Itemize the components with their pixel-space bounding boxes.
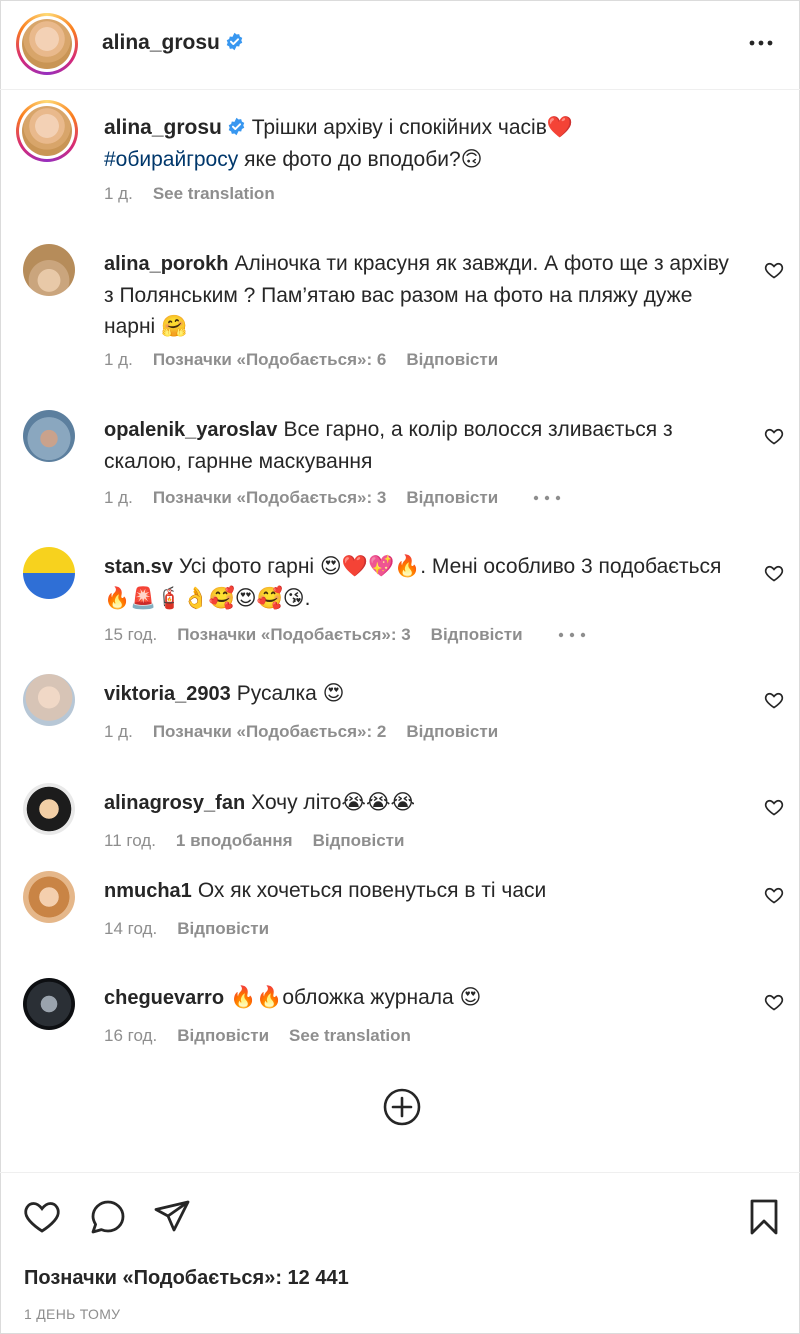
comment-body: Русалка 😍 — [236, 682, 345, 705]
comment-meta: 1 д. Позначки «Подобається»: 6 Відповіст… — [104, 350, 498, 370]
bookmark-icon[interactable] — [744, 1197, 784, 1237]
verified-badge-icon — [226, 32, 243, 51]
comment-username[interactable]: nmucha1 — [104, 880, 192, 902]
comment-likes[interactable]: 1 вподобання — [176, 831, 293, 851]
comment-text: stan.sv Усі фото гарні 😍❤️💖🔥. Мені особли… — [104, 551, 734, 614]
more-horizontal-icon[interactable] — [557, 630, 587, 640]
see-translation-button[interactable]: See translation — [289, 1026, 411, 1046]
reply-button[interactable]: Відповісти — [406, 350, 498, 370]
reply-button[interactable]: Відповісти — [406, 722, 498, 742]
caption-hashtag[interactable]: #обирайгросу — [104, 148, 238, 171]
heart-icon[interactable] — [764, 797, 784, 817]
comment-time[interactable]: 1 д. — [104, 722, 133, 742]
add-circle-icon[interactable] — [382, 1087, 422, 1127]
comment-meta: 16 год. Відповісти See translation — [104, 1026, 411, 1046]
caption-meta: 1 д. See translation — [104, 184, 275, 204]
comment-likes[interactable]: Позначки «Подобається»: 6 — [153, 350, 386, 370]
reply-button[interactable]: Відповісти — [313, 831, 405, 851]
more-horizontal-icon[interactable] — [748, 30, 774, 56]
comment-body: 🔥🔥обложка журнала 😍 — [230, 986, 482, 1009]
comment-meta: 15 год. Позначки «Подобається»: 3 Відпов… — [104, 625, 587, 645]
comment-likes[interactable]: Позначки «Подобається»: 2 — [153, 722, 386, 742]
comment-username[interactable]: stan.sv — [104, 556, 173, 578]
reply-button[interactable]: Відповісти — [177, 1026, 269, 1046]
caption-username[interactable]: alina_grosu — [104, 116, 222, 139]
comment-text: cheguevarro 🔥🔥обложка журнала 😍 — [104, 982, 734, 1014]
avatar[interactable] — [23, 674, 75, 726]
comment-meta: 11 год. 1 вподобання Відповісти — [104, 831, 404, 851]
see-translation-button[interactable]: See translation — [153, 184, 275, 204]
avatar[interactable] — [23, 978, 75, 1030]
comment-time[interactable]: 15 год. — [104, 625, 157, 645]
comment-username[interactable]: cheguevarro — [104, 987, 224, 1009]
avatar[interactable] — [23, 410, 75, 462]
caption-avatar[interactable] — [16, 100, 78, 162]
heart-icon[interactable] — [764, 690, 784, 710]
comment-body: Ох як хочеться повенуться в ті часи — [197, 879, 547, 902]
comment-text: alinagrosy_fan Хочу літо😭😭😭 — [104, 787, 734, 819]
caption-line2: яке фото до вподоби?🙃 — [238, 148, 483, 171]
comment-meta: 14 год. Відповісти — [104, 919, 269, 939]
verified-badge-icon — [228, 117, 245, 136]
comment-username[interactable]: alinagrosy_fan — [104, 792, 245, 814]
likes-count[interactable]: Позначки «Подобається»: 12 441 — [24, 1267, 349, 1290]
avatar[interactable] — [23, 871, 75, 923]
comment-text: nmucha1 Ох як хочеться повенуться в ті ча… — [104, 875, 734, 907]
author-username-row[interactable]: alina_grosu — [102, 31, 244, 55]
comment-time[interactable]: 16 год. — [104, 1026, 157, 1046]
caption-time[interactable]: 1 д. — [104, 184, 133, 204]
more-horizontal-icon[interactable] — [532, 493, 562, 503]
heart-icon[interactable] — [764, 992, 784, 1012]
comment-time[interactable]: 14 год. — [104, 919, 157, 939]
post-actions: Позначки «Подобається»: 12 441 1 ДЕНЬ ТО… — [0, 1172, 800, 1334]
heart-icon[interactable] — [764, 563, 784, 583]
reply-button[interactable]: Відповісти — [177, 919, 269, 939]
heart-icon[interactable] — [764, 426, 784, 446]
comment-time[interactable]: 1 д. — [104, 350, 133, 370]
caption-line1: Трішки архіву і спокійних часів❤️ — [251, 116, 574, 139]
comment-likes[interactable]: Позначки «Подобається»: 3 — [153, 488, 386, 508]
comment-username[interactable]: viktoria_2903 — [104, 683, 231, 705]
heart-icon[interactable] — [764, 260, 784, 280]
heart-icon[interactable] — [764, 885, 784, 905]
comment-time[interactable]: 11 год. — [104, 831, 156, 851]
caption-text: alina_grosu Трішки архіву і спокійних ча… — [104, 112, 744, 176]
comment-body: Хочу літо😭😭😭 — [251, 791, 416, 814]
comment-icon[interactable] — [88, 1197, 128, 1237]
comment-meta: 1 д. Позначки «Подобається»: 3 Відповіст… — [104, 488, 562, 508]
author-username[interactable]: alina_grosu — [102, 31, 220, 54]
comment-text: viktoria_2903 Русалка 😍 — [104, 678, 734, 710]
post-timestamp[interactable]: 1 ДЕНЬ ТОМУ — [24, 1306, 120, 1322]
comment-username[interactable]: opalenik_yaroslav — [104, 419, 277, 441]
reply-button[interactable]: Відповісти — [431, 625, 523, 645]
avatar[interactable] — [23, 547, 75, 599]
comment-body: Усі фото гарні 😍❤️💖🔥. Мені особливо 3 по… — [104, 555, 722, 610]
author-avatar[interactable] — [16, 13, 78, 75]
comment-text: alina_porokh Аліночка ти красуня як завжд… — [104, 248, 734, 342]
share-icon[interactable] — [152, 1197, 192, 1237]
avatar[interactable] — [23, 783, 75, 835]
heart-icon[interactable] — [22, 1197, 62, 1237]
comment-time[interactable]: 1 д. — [104, 488, 133, 508]
comment-meta: 1 д. Позначки «Подобається»: 2 Відповіст… — [104, 722, 498, 742]
comment-username[interactable]: alina_porokh — [104, 253, 228, 275]
post-header: alina_grosu — [0, 0, 800, 90]
comment-likes[interactable]: Позначки «Подобається»: 3 — [177, 625, 410, 645]
avatar[interactable] — [23, 244, 75, 296]
reply-button[interactable]: Відповісти — [406, 488, 498, 508]
comment-text: opalenik_yaroslav Все гарно, а колір воло… — [104, 414, 734, 477]
